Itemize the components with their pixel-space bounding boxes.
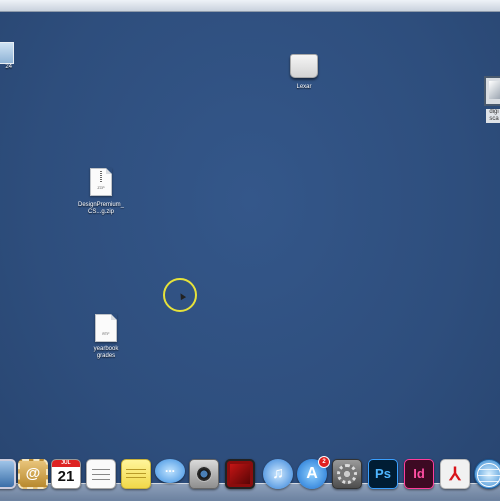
calendar-day: 21 bbox=[57, 468, 75, 485]
desktop-icon-image-left[interactable]: 24 bbox=[0, 42, 14, 71]
speech-bubble-icon: ... bbox=[155, 459, 185, 483]
desktop-icon-zip[interactable]: ZIP DesignPremium_CS...g.zip bbox=[76, 168, 126, 216]
dock-ichat[interactable]: ... bbox=[155, 459, 185, 489]
acrobat-icon: ⅄ bbox=[449, 464, 461, 484]
app-store-icon: A bbox=[306, 465, 318, 482]
drive-icon bbox=[290, 54, 318, 78]
dock-dreamweaver[interactable] bbox=[474, 459, 500, 489]
image-thumbnail-icon bbox=[484, 76, 500, 106]
dock-front-row[interactable] bbox=[225, 459, 255, 489]
desktop-icon-label: digi sca bbox=[486, 109, 500, 123]
dock-acrobat[interactable]: ⅄ bbox=[440, 459, 470, 489]
dock-itunes[interactable]: ♫ bbox=[263, 459, 293, 489]
desktop-icon-image-right[interactable]: digi sca bbox=[484, 76, 500, 123]
zip-file-icon: ZIP bbox=[90, 168, 112, 196]
notification-badge: 2 bbox=[318, 456, 330, 468]
dock-stickies[interactable] bbox=[121, 459, 151, 489]
zipper-icon bbox=[100, 171, 102, 183]
film-icon bbox=[230, 464, 250, 484]
mail-stamp-icon: @ bbox=[25, 465, 41, 482]
desktop-icon-label: DesignPremium_CS...g.zip bbox=[77, 202, 125, 215]
photoshop-icon: Ps bbox=[375, 466, 391, 481]
dock-preview[interactable] bbox=[0, 459, 16, 489]
desktop-icon-label: 24 bbox=[5, 64, 12, 70]
checklist-icon bbox=[92, 465, 110, 483]
dock-system-preferences[interactable] bbox=[332, 459, 362, 489]
globe-icon bbox=[477, 463, 500, 487]
dock-reminders[interactable] bbox=[86, 459, 116, 489]
desktop-icon-rtf[interactable]: RTF yearbook grades bbox=[84, 314, 128, 360]
desktop-icon-lexar[interactable]: Lexar bbox=[284, 54, 324, 91]
dock-app-store[interactable]: A 2 bbox=[297, 456, 330, 489]
rtf-file-icon: RTF bbox=[95, 314, 117, 342]
music-note-icon: ♫ bbox=[272, 465, 284, 482]
desktop-icon-label: yearbook grades bbox=[93, 346, 119, 359]
dock-mail[interactable]: @ bbox=[18, 459, 48, 489]
dock-photoshop[interactable]: Ps bbox=[368, 459, 398, 489]
desktop[interactable]: 24 Lexar ZIP DesignPremium_CS...g.zip RT… bbox=[0, 0, 500, 501]
indesign-icon: Id bbox=[413, 466, 425, 481]
menu-bar[interactable] bbox=[0, 0, 500, 12]
dock-ical[interactable]: JUL 21 bbox=[51, 459, 81, 489]
camera-icon bbox=[196, 466, 212, 482]
sticky-note-icon bbox=[126, 466, 146, 480]
desktop-icon-label: Lexar bbox=[296, 84, 312, 90]
calendar-icon: JUL bbox=[52, 460, 80, 467]
image-file-icon bbox=[0, 42, 14, 64]
dock-indesign[interactable]: Id bbox=[404, 459, 434, 489]
gear-icon bbox=[337, 464, 357, 484]
dock-photo-booth[interactable] bbox=[189, 459, 219, 489]
